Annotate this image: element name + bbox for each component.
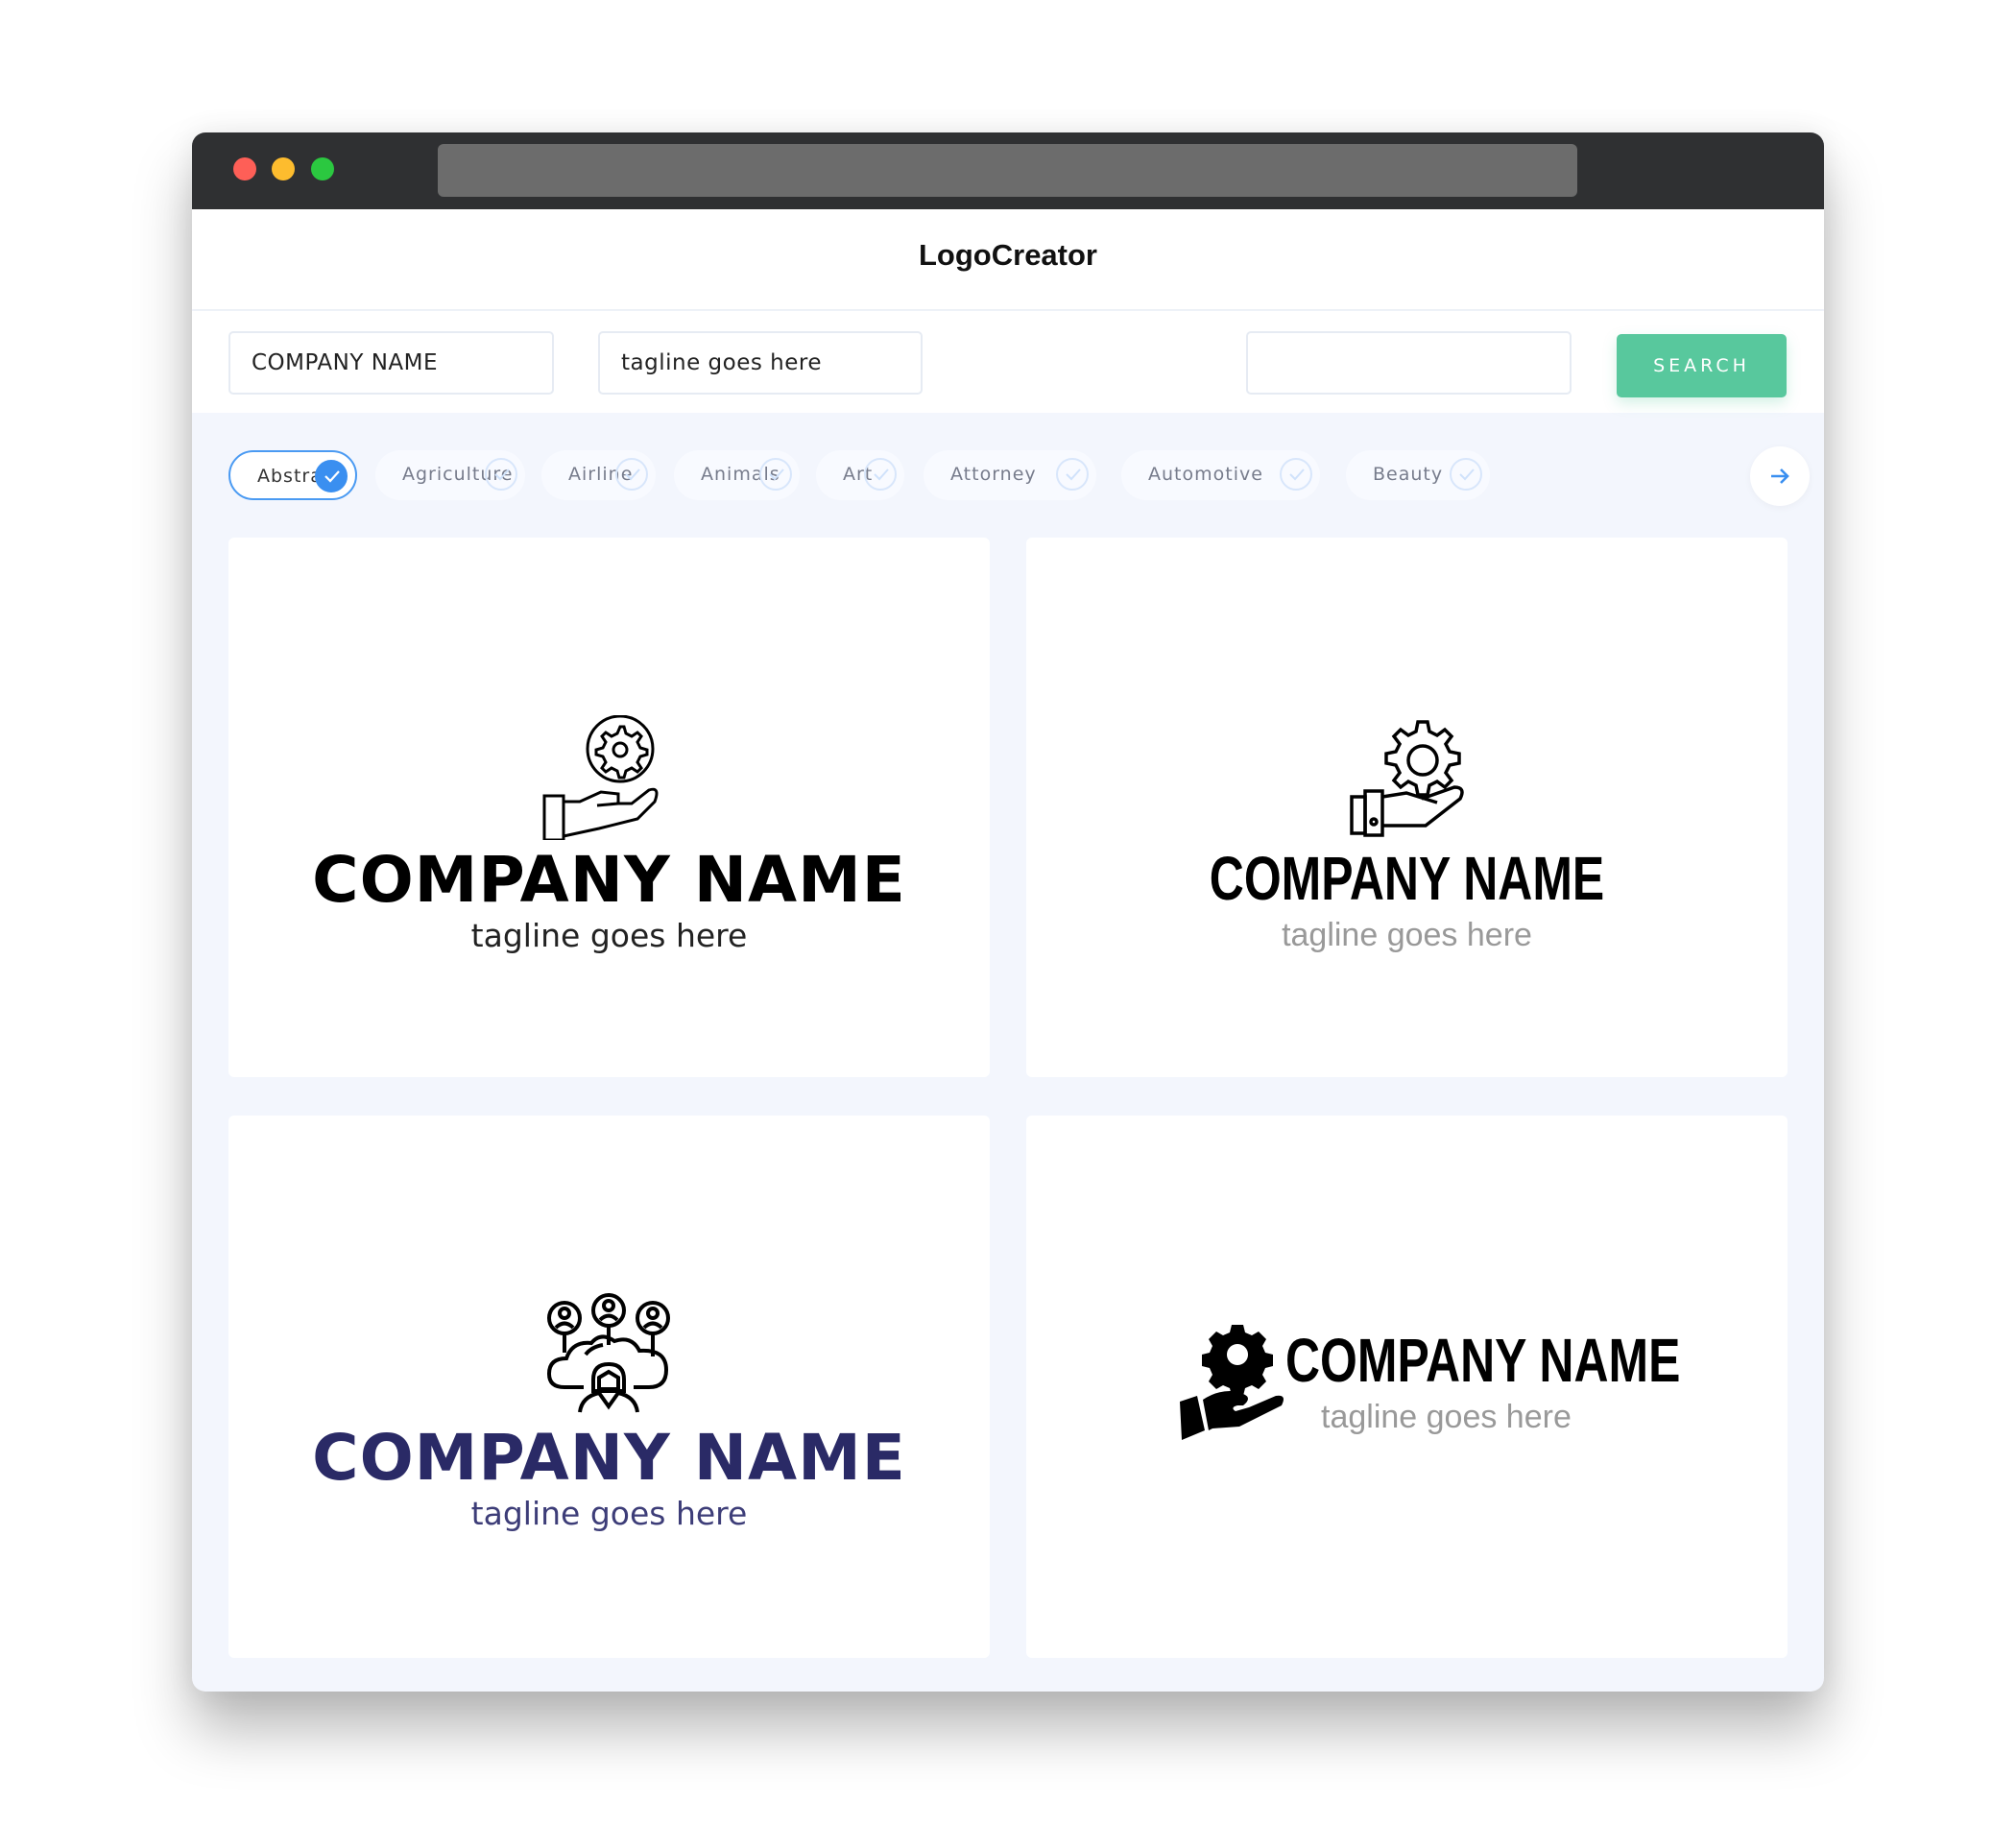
- minimize-window-button[interactable]: [272, 157, 295, 180]
- company-name-text: COMPANY NAME: [1209, 844, 1605, 913]
- checkmark-icon: [1280, 458, 1312, 491]
- checkmark-icon: [1450, 458, 1482, 491]
- category-chip-automotive[interactable]: Automotive: [1121, 450, 1320, 500]
- title-bar: [192, 132, 1824, 209]
- checkmark-icon: [759, 458, 792, 491]
- search-bar: COMPANY NAME tagline goes here SEARCH: [192, 311, 1824, 413]
- company-name-text: COMPANY NAME: [312, 1421, 906, 1495]
- category-label: Attorney: [950, 464, 1037, 485]
- maximize-window-button[interactable]: [311, 157, 334, 180]
- tagline-input[interactable]: tagline goes here: [598, 331, 923, 395]
- category-filter-bar: Abstract Agriculture Airline Animals Art…: [228, 446, 1810, 506]
- keyword-input[interactable]: [1246, 331, 1572, 395]
- checkmark-icon: [864, 458, 897, 491]
- cloud-network-users-icon: [546, 1293, 670, 1413]
- category-chip-agriculture[interactable]: Agriculture: [375, 450, 525, 500]
- company-name-input[interactable]: COMPANY NAME: [228, 331, 554, 395]
- checkmark-icon: [485, 458, 517, 491]
- address-bar[interactable]: [438, 144, 1577, 197]
- hand-gear-solid-icon: [1180, 1325, 1284, 1440]
- logo-card[interactable]: COMPANY NAME tagline goes here: [1026, 538, 1788, 1077]
- search-button[interactable]: SEARCH: [1617, 334, 1787, 397]
- tagline-text: tagline goes here: [1321, 1399, 1572, 1435]
- tagline-text: tagline goes here: [1282, 917, 1532, 953]
- category-chip-animals[interactable]: Animals: [674, 450, 800, 500]
- category-chip-art[interactable]: Art: [816, 450, 904, 500]
- logo-card[interactable]: COMPANY NAME tagline goes here: [228, 538, 990, 1077]
- tagline-text: tagline goes here: [470, 1495, 748, 1532]
- logo-card[interactable]: COMPANY NAME tagline goes here: [1026, 1116, 1788, 1658]
- app-header: LogoCreator: [192, 209, 1824, 309]
- checkmark-icon: [1056, 458, 1089, 491]
- category-chip-abstract[interactable]: Abstract: [228, 450, 357, 500]
- company-name-text: COMPANY NAME: [1285, 1326, 1681, 1395]
- category-chip-beauty[interactable]: Beauty: [1346, 450, 1490, 500]
- hand-gear-outline-icon: [1350, 720, 1464, 837]
- logo-card[interactable]: COMPANY NAME tagline goes here: [228, 1116, 990, 1658]
- close-window-button[interactable]: [233, 157, 256, 180]
- category-chip-attorney[interactable]: Attorney: [924, 450, 1096, 500]
- checkmark-icon: [615, 458, 648, 491]
- category-label: Automotive: [1148, 464, 1263, 485]
- app-title: LogoCreator: [919, 238, 1097, 272]
- category-label: Beauty: [1373, 464, 1444, 485]
- hand-gear-circle-outline-icon: [542, 715, 659, 840]
- category-chip-airline[interactable]: Airline: [541, 450, 656, 500]
- next-categories-button[interactable]: [1750, 446, 1810, 506]
- browser-window: LogoCreator COMPANY NAME tagline goes he…: [192, 132, 1824, 1692]
- tagline-text: tagline goes here: [470, 917, 748, 954]
- company-name-text: COMPANY NAME: [312, 843, 906, 917]
- checkmark-icon: [315, 460, 348, 492]
